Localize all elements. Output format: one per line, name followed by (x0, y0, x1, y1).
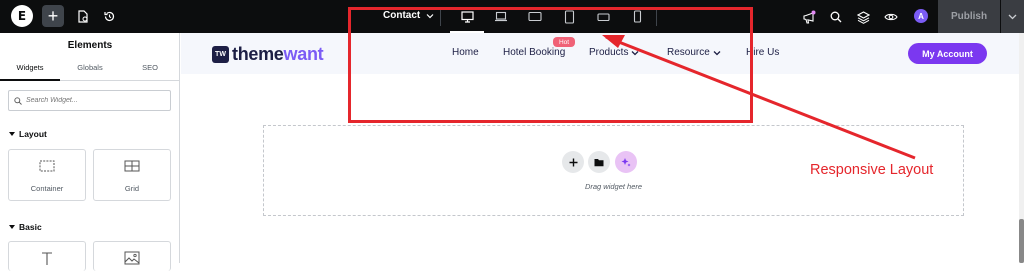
annotation-label: Responsive Layout (810, 162, 934, 178)
annotation-arrow (602, 35, 916, 160)
